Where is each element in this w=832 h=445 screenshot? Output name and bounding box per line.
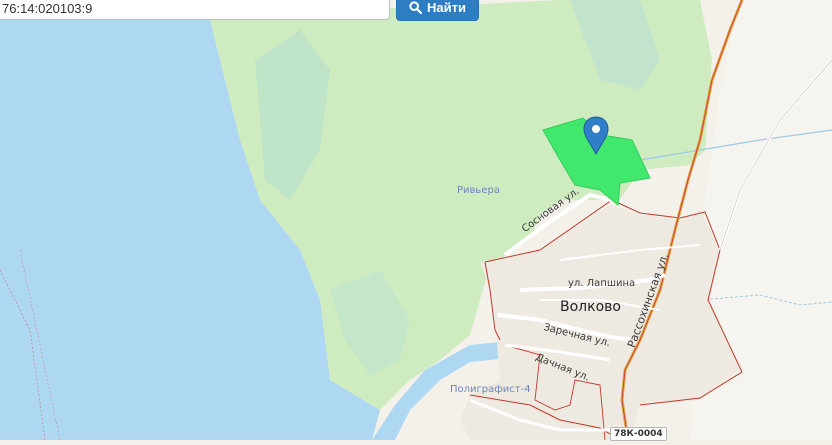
search-button[interactable]: Найти: [396, 0, 479, 21]
search-icon: [409, 1, 423, 14]
map-tiles: [0, 0, 832, 441]
place-label-volkovo: Волково: [560, 299, 621, 315]
cadastral-search-input[interactable]: [0, 0, 390, 20]
search-button-label: Найти: [427, 0, 466, 15]
road-number-badge: 78К-0004: [610, 427, 667, 441]
street-label-lapshina: ул. Лапшина: [568, 278, 636, 289]
map-canvas[interactable]: Ривьера Сосновая ул. ул. Лапшина Волково…: [0, 0, 832, 441]
poi-label-poligrafist: Полиграфист-4: [450, 384, 531, 395]
poi-label-riviera: Ривьера: [457, 185, 500, 196]
